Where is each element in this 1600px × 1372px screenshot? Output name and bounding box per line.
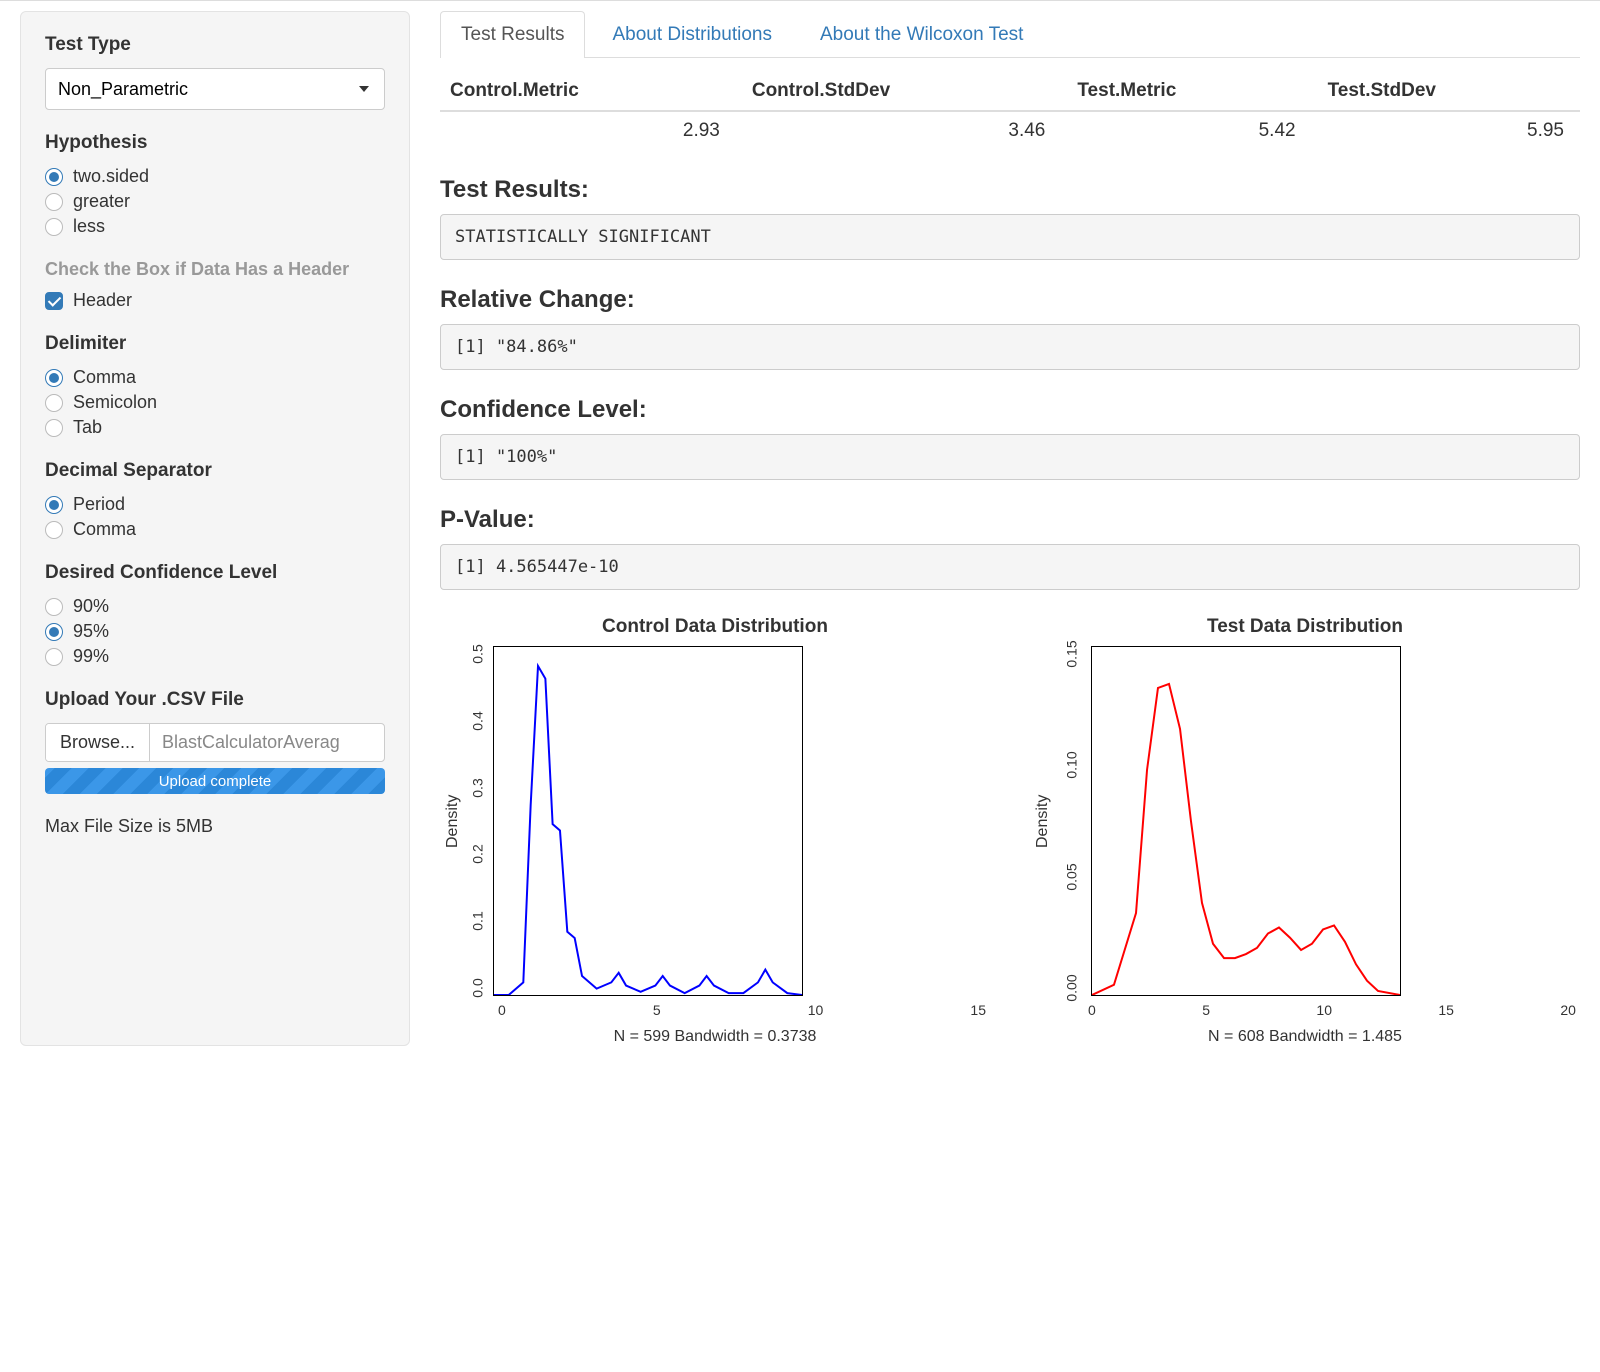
tab-about-wilcoxon[interactable]: About the Wilcoxon Test	[799, 11, 1044, 58]
test-results-value: STATISTICALLY SIGNIFICANT	[440, 214, 1580, 260]
radio-label: Comma	[73, 519, 136, 540]
test-type-select[interactable]: Non_Parametric	[45, 68, 385, 110]
radio-icon	[45, 521, 63, 539]
col-test-stddev: Test.StdDev	[1312, 72, 1580, 111]
col-control-metric: Control.Metric	[440, 72, 736, 111]
radio-icon	[45, 496, 63, 514]
header-checkbox[interactable]: Header	[45, 290, 385, 311]
confidence-99[interactable]: 99%	[45, 646, 385, 667]
file-upload[interactable]: Browse... BlastCalculatorAverag	[45, 723, 385, 762]
radio-icon	[45, 394, 63, 412]
decimal-period[interactable]: Period	[45, 494, 385, 515]
hypothesis-label: Hypothesis	[45, 132, 385, 154]
confidence-95[interactable]: 95%	[45, 621, 385, 642]
charts-row: Control Data Distribution Density 0.50.4…	[440, 616, 1580, 1046]
control-chart: Control Data Distribution Density 0.50.4…	[440, 616, 990, 1046]
check-icon	[45, 292, 63, 310]
radio-label: 90%	[73, 596, 109, 617]
decimal-label: Decimal Separator	[45, 460, 385, 482]
chart-title: Control Data Distribution	[440, 616, 990, 638]
radio-label: greater	[73, 191, 130, 212]
browse-button[interactable]: Browse...	[46, 724, 150, 761]
chart-yticks: 0.50.40.30.20.10.0	[462, 646, 493, 996]
radio-label: 99%	[73, 646, 109, 667]
stats-table: Control.Metric Control.StdDev Test.Metri…	[440, 72, 1580, 150]
cell: 5.42	[1061, 111, 1311, 150]
table-row: 2.93 3.46 5.42 5.95	[440, 111, 1580, 150]
delimiter-comma[interactable]: Comma	[45, 367, 385, 388]
tab-test-results[interactable]: Test Results	[440, 11, 585, 58]
chart-plot	[493, 646, 803, 996]
p-value-heading: P-Value:	[440, 506, 1580, 534]
confidence-level-heading: Confidence Level:	[440, 396, 1580, 424]
checkbox-label: Header	[73, 290, 132, 311]
upload-label: Upload Your .CSV File	[45, 689, 385, 711]
cell: 2.93	[440, 111, 736, 150]
upload-progress: Upload complete	[45, 768, 385, 794]
radio-icon	[45, 419, 63, 437]
chart-xticks: 051015	[498, 1002, 986, 1018]
tab-about-distributions[interactable]: About Distributions	[591, 11, 792, 58]
radio-label: Tab	[73, 417, 102, 438]
radio-icon	[45, 168, 63, 186]
confidence-90[interactable]: 90%	[45, 596, 385, 617]
relative-change-heading: Relative Change:	[440, 286, 1580, 314]
delimiter-semicolon[interactable]: Semicolon	[45, 392, 385, 413]
hypothesis-less[interactable]: less	[45, 216, 385, 237]
upload-filename: BlastCalculatorAverag	[150, 724, 352, 761]
hypothesis-greater[interactable]: greater	[45, 191, 385, 212]
cell: 3.46	[736, 111, 1062, 150]
radio-label: two.sided	[73, 166, 149, 187]
chart-xticks: 05101520	[1088, 1002, 1576, 1018]
relative-change-value: [1] "84.86%"	[440, 324, 1580, 370]
test-chart: Test Data Distribution Density 0.150.100…	[1030, 616, 1580, 1046]
radio-icon	[45, 648, 63, 666]
decimal-comma[interactable]: Comma	[45, 519, 385, 540]
p-value-value: [1] 4.565447e-10	[440, 544, 1580, 590]
chart-ylabel: Density	[1030, 646, 1052, 996]
radio-label: Comma	[73, 367, 136, 388]
tabs: Test Results About Distributions About t…	[440, 11, 1580, 58]
test-type-label: Test Type	[45, 34, 385, 56]
delimiter-tab[interactable]: Tab	[45, 417, 385, 438]
radio-icon	[45, 369, 63, 387]
cell: 5.95	[1312, 111, 1580, 150]
col-test-metric: Test.Metric	[1061, 72, 1311, 111]
chart-yticks: 0.150.100.050.00	[1052, 646, 1091, 996]
test-type-dropdown[interactable]: Non_Parametric	[45, 68, 385, 110]
max-file-hint: Max File Size is 5MB	[45, 816, 385, 837]
radio-label: Semicolon	[73, 392, 157, 413]
radio-icon	[45, 218, 63, 236]
hypothesis-two-sided[interactable]: two.sided	[45, 166, 385, 187]
delimiter-label: Delimiter	[45, 333, 385, 355]
radio-label: 95%	[73, 621, 109, 642]
radio-label: less	[73, 216, 105, 237]
radio-label: Period	[73, 494, 125, 515]
sidebar: Test Type Non_Parametric Hypothesis two.…	[20, 11, 410, 1046]
test-results-heading: Test Results:	[440, 176, 1580, 204]
confidence-level-value: [1] "100%"	[440, 434, 1580, 480]
confidence-label: Desired Confidence Level	[45, 562, 385, 584]
radio-icon	[45, 193, 63, 211]
radio-icon	[45, 623, 63, 641]
col-control-stddev: Control.StdDev	[736, 72, 1062, 111]
main-panel: Test Results About Distributions About t…	[440, 11, 1580, 1046]
chart-title: Test Data Distribution	[1030, 616, 1580, 638]
radio-icon	[45, 598, 63, 616]
chart-caption: N = 608 Bandwidth = 1.485	[1030, 1028, 1580, 1046]
chart-caption: N = 599 Bandwidth = 0.3738	[440, 1028, 990, 1046]
chart-ylabel: Density	[440, 646, 462, 996]
chart-plot	[1091, 646, 1401, 996]
header-check-label: Check the Box if Data Has a Header	[45, 259, 385, 280]
